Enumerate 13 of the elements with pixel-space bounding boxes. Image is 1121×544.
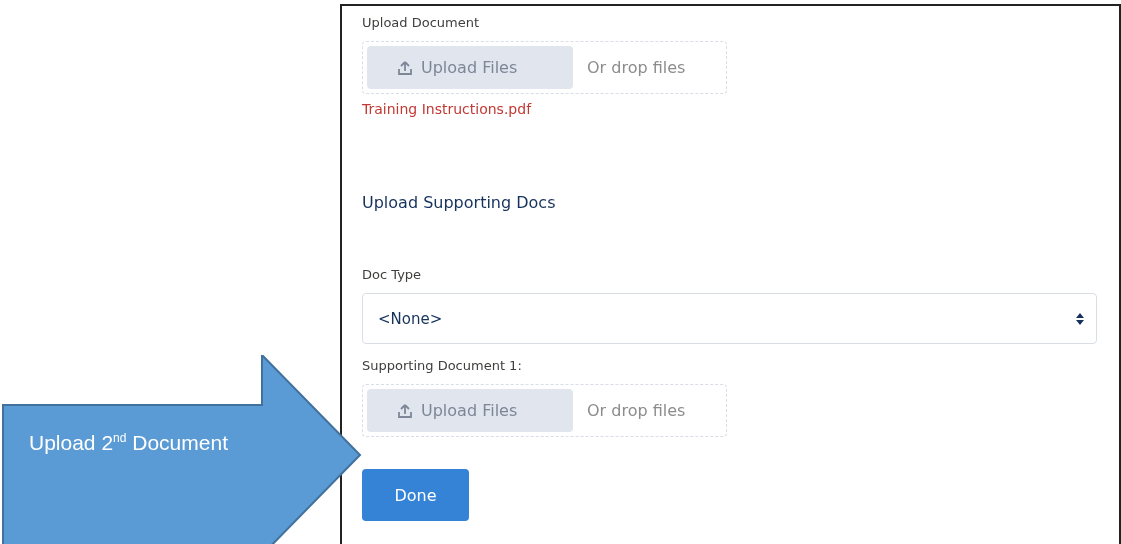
- field-label: Doc Type: [362, 266, 423, 284]
- done-button[interactable]: Done: [362, 469, 469, 521]
- callout-text: Upload 2$^{nd}$ Document: [29, 430, 228, 456]
- select-value: <None>: [378, 309, 443, 328]
- field-label: Supporting Document 1:: [362, 357, 523, 375]
- drop-hint: Or drop files: [587, 58, 686, 77]
- upload-icon: [397, 59, 413, 76]
- section-heading: Upload Supporting Docs: [362, 192, 557, 214]
- up-down-arrows-icon: [1076, 311, 1084, 326]
- upload-icon: [397, 402, 413, 419]
- drop-hint: Or drop files: [587, 401, 686, 420]
- doc-type-select[interactable]: <None>: [362, 293, 1097, 344]
- field-label: Upload Document: [362, 14, 481, 32]
